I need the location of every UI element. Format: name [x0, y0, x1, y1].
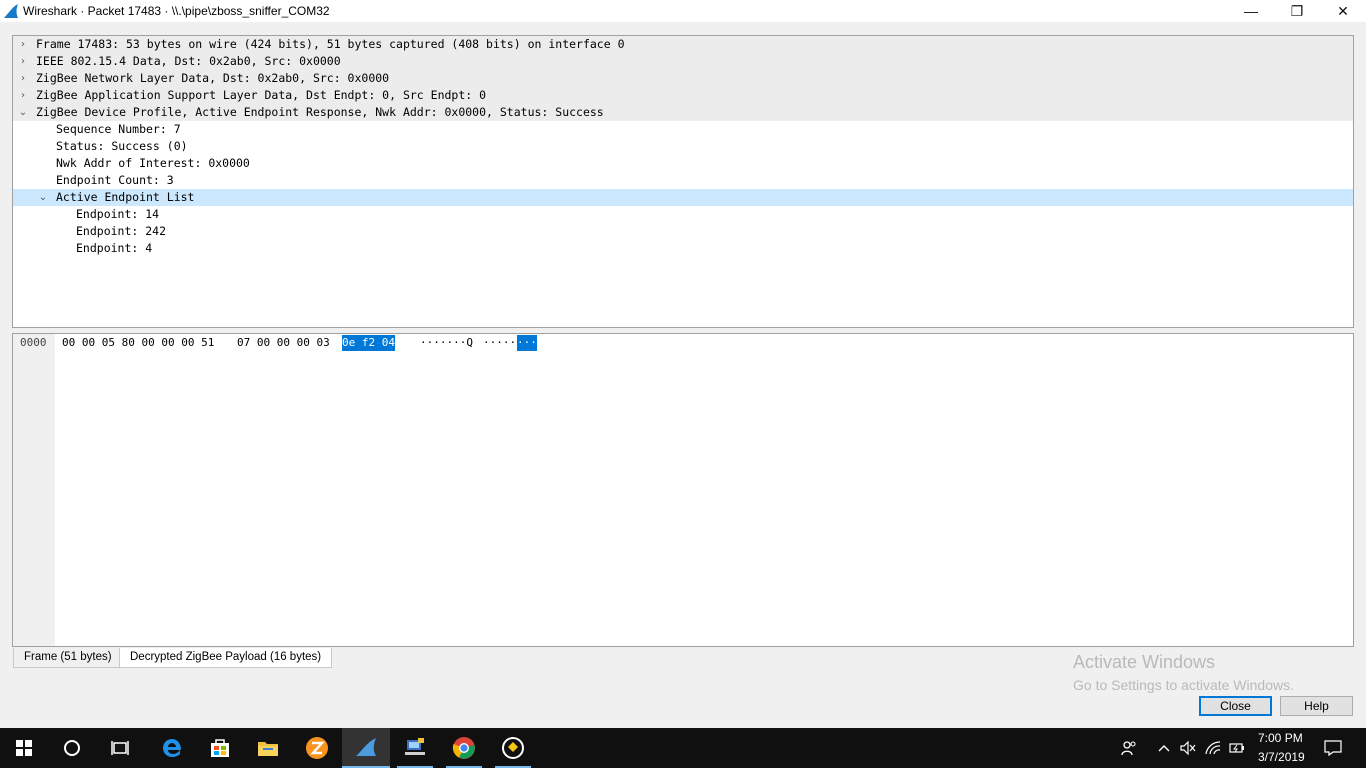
- cortana-circle-icon: [64, 740, 80, 756]
- expand-arrow-icon[interactable]: ›: [17, 70, 29, 87]
- tree-row-label: ZigBee Application Support Layer Data, D…: [36, 88, 487, 102]
- wireshark-fin-icon: [4, 4, 18, 18]
- collapse-arrow-icon[interactable]: ⌄: [17, 104, 29, 121]
- tree-row-label: ZigBee Network Layer Data, Dst: 0x2ab0, …: [36, 71, 390, 85]
- dark-circle-app-icon: [502, 737, 524, 759]
- battery-button[interactable]: [1227, 728, 1247, 768]
- ascii-bytes[interactable]: ·····: [483, 335, 516, 351]
- help-button[interactable]: Help: [1280, 696, 1353, 716]
- taskbar: [0, 728, 1366, 768]
- task-view-button[interactable]: [96, 728, 144, 768]
- tree-row-zigbee-nwk[interactable]: › ZigBee Network Layer Data, Dst: 0x2ab0…: [13, 70, 1353, 87]
- wifi-icon: [1205, 741, 1221, 755]
- notification-icon: [1324, 740, 1342, 756]
- tree-row-zigbee-zdp[interactable]: ⌄ ZigBee Device Profile, Active Endpoint…: [13, 104, 1353, 121]
- activation-watermark-title: Activate Windows: [1073, 652, 1216, 672]
- tree-row-frame[interactable]: › Frame 17483: 53 bytes on wire (424 bit…: [13, 36, 1353, 53]
- window-close-button[interactable]: ✕: [1320, 0, 1366, 22]
- tree-row-zigbee-aps[interactable]: › ZigBee Application Support Layer Data,…: [13, 87, 1353, 104]
- wireshark-fin-icon: [356, 738, 376, 756]
- tree-row-active-endpoint-list[interactable]: ⌄ Active Endpoint List: [13, 189, 1353, 206]
- ascii-bytes[interactable]: ·······Q: [420, 335, 473, 351]
- tree-row-label: Active Endpoint List: [56, 190, 195, 204]
- orange-z-app-icon: [306, 737, 328, 759]
- tree-row-label: Endpoint: 242: [76, 224, 167, 238]
- collapse-arrow-icon[interactable]: ⌄: [37, 189, 49, 206]
- tree-row-label: Nwk Addr of Interest: 0x0000: [56, 156, 250, 170]
- windows-logo-icon: [16, 740, 32, 756]
- folder-icon: [258, 742, 278, 756]
- edge-browser-icon: [163, 739, 181, 757]
- people-button[interactable]: [1118, 728, 1140, 768]
- start-button[interactable]: [0, 728, 48, 768]
- taskbar-edge[interactable]: [148, 728, 196, 768]
- clock-date[interactable]: 3/7/2019: [1258, 750, 1305, 764]
- taskbar-network-app[interactable]: [391, 728, 439, 768]
- taskbar-file-explorer[interactable]: [244, 728, 292, 768]
- minimize-icon: —: [1244, 3, 1258, 19]
- people-icon: [1121, 741, 1136, 756]
- hex-bytes[interactable]: 07 00 00 00 03: [237, 335, 330, 351]
- close-icon: ✕: [1337, 2, 1349, 19]
- task-view-icon: [111, 741, 129, 755]
- tree-row-endpoint[interactable]: Endpoint: 14: [13, 206, 1353, 223]
- packet-bytes-pane[interactable]: 0000 00 00 05 80 00 00 00 51 07 00 00 00…: [12, 333, 1354, 647]
- tree-row-label: ZigBee Device Profile, Active Endpoint R…: [36, 105, 604, 119]
- network-button[interactable]: [1203, 728, 1223, 768]
- expand-arrow-icon[interactable]: ›: [17, 36, 29, 53]
- taskbar-store[interactable]: [196, 728, 244, 768]
- tree-row-label: Endpoint Count: 3: [56, 173, 174, 187]
- network-computer-icon: [405, 738, 425, 755]
- tab-frame-bytes[interactable]: Frame (51 bytes): [13, 648, 123, 668]
- volume-muted-icon: [1180, 741, 1196, 755]
- maximize-button[interactable]: ❐: [1274, 0, 1320, 22]
- clock-time[interactable]: 7:00 PM: [1258, 731, 1303, 745]
- cortana-search-button[interactable]: [48, 728, 96, 768]
- tree-row-label: Status: Success (0): [56, 139, 188, 153]
- close-button[interactable]: Close: [1199, 696, 1272, 716]
- tree-row-ieee802154[interactable]: › IEEE 802.15.4 Data, Dst: 0x2ab0, Src: …: [13, 53, 1353, 70]
- store-bag-icon: [211, 739, 229, 757]
- title-bar: Wireshark · Packet 17483 · \\.\pipe\zbos…: [0, 0, 1366, 22]
- packet-details-tree[interactable]: › Frame 17483: 53 bytes on wire (424 bit…: [12, 35, 1354, 328]
- taskbar-app-dark[interactable]: [489, 728, 537, 768]
- chevron-up-icon: [1158, 745, 1170, 752]
- taskbar-chrome[interactable]: [440, 728, 488, 768]
- hex-offset: 0000: [20, 336, 47, 349]
- window-title: Wireshark · Packet 17483 · \\.\pipe\zbos…: [23, 4, 330, 18]
- tree-row-nwk-addr[interactable]: Nwk Addr of Interest: 0x0000: [13, 155, 1353, 172]
- tab-decrypted-payload[interactable]: Decrypted ZigBee Payload (16 bytes): [119, 648, 333, 668]
- tree-row-endpoint[interactable]: Endpoint: 242: [13, 223, 1353, 240]
- hex-bytes[interactable]: 00 00 05 80 00 00 00 51: [62, 335, 214, 351]
- tree-row-endpoint[interactable]: Endpoint: 4: [13, 240, 1353, 257]
- tree-row-status[interactable]: Status: Success (0): [13, 138, 1353, 155]
- volume-button[interactable]: [1178, 728, 1198, 768]
- expand-arrow-icon[interactable]: ›: [17, 53, 29, 70]
- tree-row-label: Endpoint: 4: [76, 241, 153, 255]
- tree-row-label: Frame 17483: 53 bytes on wire (424 bits)…: [36, 37, 625, 51]
- show-hidden-icons-button[interactable]: [1154, 728, 1174, 768]
- tree-row-label: Endpoint: 14: [76, 207, 160, 221]
- tree-row-sequence-number[interactable]: Sequence Number: 7: [13, 121, 1353, 138]
- restore-icon: ❐: [1290, 2, 1304, 19]
- battery-charging-icon: [1229, 743, 1244, 753]
- tree-row-label: IEEE 802.15.4 Data, Dst: 0x2ab0, Src: 0x…: [36, 54, 341, 68]
- tree-row-label: Sequence Number: 7: [56, 122, 181, 136]
- minimize-button[interactable]: —: [1228, 0, 1274, 22]
- hex-bytes-selected[interactable]: 0e f2 04: [342, 335, 395, 351]
- hex-offset-gutter: 0000: [13, 334, 55, 646]
- action-center-button[interactable]: [1322, 728, 1344, 768]
- tree-row-endpoint-count[interactable]: Endpoint Count: 3: [13, 172, 1353, 189]
- taskbar-wireshark[interactable]: [342, 728, 390, 768]
- activation-watermark-subtitle: Go to Settings to activate Windows.: [1073, 677, 1294, 693]
- expand-arrow-icon[interactable]: ›: [17, 87, 29, 104]
- ascii-bytes-selected[interactable]: ···: [517, 335, 537, 351]
- chrome-browser-icon: [452, 737, 475, 759]
- taskbar-app-orange[interactable]: [293, 728, 341, 768]
